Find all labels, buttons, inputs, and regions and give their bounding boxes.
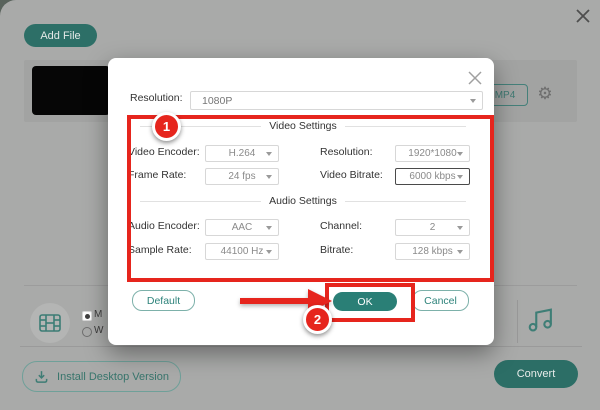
annotation-step-2: 2 [303, 305, 332, 334]
format-radio-unselected[interactable] [82, 327, 92, 337]
field-value: 24 fps [228, 171, 255, 182]
install-desktop-label: Install Desktop Version [57, 371, 169, 383]
chevron-down-icon [457, 226, 463, 230]
header-line [345, 201, 466, 202]
header-line [345, 126, 466, 127]
channel-select[interactable]: 2 [395, 219, 470, 236]
format-radio-label[interactable]: M [94, 308, 102, 322]
resolution-select[interactable]: 1920*1080 [395, 145, 470, 162]
chevron-down-icon [470, 99, 476, 103]
video-bitrate-select[interactable]: 6000 kbps [395, 168, 470, 185]
video-thumbnail [32, 66, 110, 115]
field-value: AAC [232, 222, 253, 233]
chevron-down-icon [457, 152, 463, 156]
field-label: Resolution: [320, 145, 373, 160]
default-button[interactable]: Default [132, 290, 195, 311]
video-settings-header: Video Settings [140, 119, 466, 133]
chevron-down-icon [457, 250, 463, 254]
dialog-close-icon[interactable] [466, 69, 484, 87]
field-label: Audio Encoder: [128, 219, 200, 234]
header-line [140, 201, 261, 202]
section-vertical-divider [517, 300, 518, 343]
field-label: Bitrate: [320, 243, 353, 258]
chevron-down-icon [266, 250, 272, 254]
resolution-top-value: 1080P [202, 95, 232, 107]
divider-bottom [20, 346, 582, 347]
convert-button[interactable]: Convert [494, 360, 578, 388]
field-value: 2 [430, 222, 436, 233]
format-radio-selected[interactable] [82, 311, 92, 321]
field-value: 128 kbps [412, 246, 453, 257]
resolution-top-select[interactable]: 1080P [190, 91, 483, 110]
field-label: Video Encoder: [128, 145, 200, 160]
window-close-icon[interactable] [573, 6, 593, 26]
field-value: H.264 [229, 148, 256, 159]
frame-rate-select[interactable]: 24 fps [205, 168, 279, 185]
bitrate-select[interactable]: 128 kbps [395, 243, 470, 260]
chevron-down-icon [266, 226, 272, 230]
video-settings-title: Video Settings [269, 120, 337, 132]
video-encoder-select[interactable]: H.264 [205, 145, 279, 162]
annotation-step-1: 1 [152, 112, 181, 141]
gear-icon[interactable]: ⚙ [534, 83, 556, 105]
field-label: Video Bitrate: [320, 168, 383, 183]
field-label: Frame Rate: [128, 168, 186, 183]
music-note-icon[interactable] [526, 305, 554, 333]
install-desktop-button[interactable]: Install Desktop Version [22, 361, 181, 392]
audio-settings-header: Audio Settings [140, 194, 466, 208]
chevron-down-icon [266, 175, 272, 179]
field-value: 44100 Hz [221, 246, 264, 257]
field-label: Sample Rate: [128, 243, 192, 258]
resolution-top-label: Resolution: [130, 91, 183, 106]
field-label: Channel: [320, 219, 362, 234]
video-formats-badge [30, 303, 70, 343]
add-file-button[interactable]: Add File [24, 24, 97, 47]
audio-encoder-select[interactable]: AAC [205, 219, 279, 236]
field-value: 1920*1080 [408, 148, 456, 159]
field-value: 6000 kbps [409, 171, 455, 182]
chevron-down-icon [266, 152, 272, 156]
format-radio-label[interactable]: W [94, 324, 103, 338]
chevron-down-icon [457, 175, 463, 179]
ok-button[interactable]: OK [333, 292, 397, 311]
download-icon [34, 369, 49, 384]
sample-rate-select[interactable]: 44100 Hz [205, 243, 279, 260]
film-icon [38, 311, 62, 335]
audio-settings-title: Audio Settings [269, 195, 337, 207]
cancel-button[interactable]: Cancel [412, 290, 469, 311]
